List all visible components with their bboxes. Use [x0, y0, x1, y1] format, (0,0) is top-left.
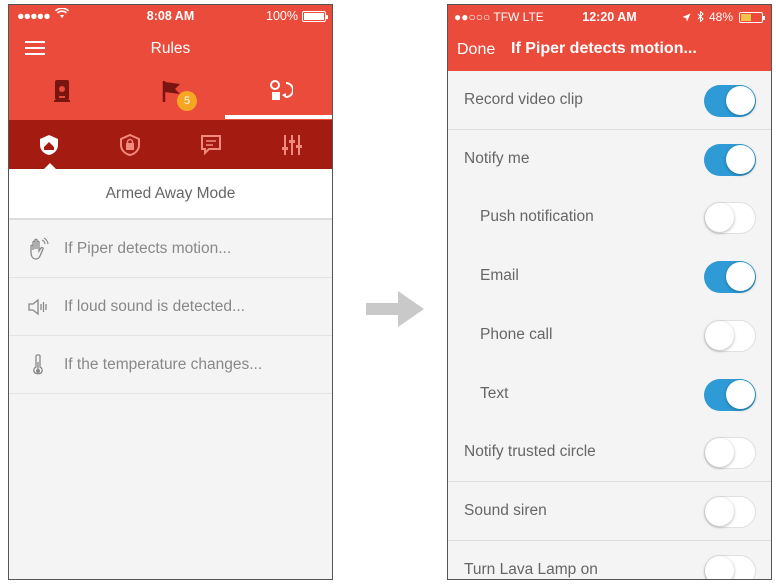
armed-away-icon [40, 135, 58, 155]
rule-sound[interactable]: If loud sound is detected... [9, 278, 332, 336]
mode-armed-away[interactable] [9, 120, 90, 169]
setting-row: Email [448, 247, 771, 307]
setting-label: Phone call [480, 325, 553, 343]
location-icon [682, 13, 691, 22]
bluetooth-icon [697, 10, 704, 23]
setting-label: Push notification [480, 208, 594, 226]
setting-row: Record video clip [448, 71, 771, 130]
setting-label: Record video clip [464, 91, 583, 108]
notification-badge: 5 [177, 91, 197, 111]
status-bar: ●●●●● 8:08 AM 100% [9, 5, 332, 27]
rule-label: If loud sound is detected... [64, 298, 245, 315]
setting-row: Turn Lava Lamp on [448, 540, 771, 579]
toggle-knob [726, 86, 755, 115]
setting-toggle[interactable] [704, 495, 756, 528]
setting-row: Push notification [448, 188, 771, 248]
device-icon [54, 80, 70, 102]
page-title: Rules [150, 40, 191, 57]
mode-armed-stay[interactable] [90, 120, 171, 169]
toggle-knob [726, 262, 755, 292]
selected-tab-indicator [225, 115, 332, 119]
arrow-right-icon [366, 291, 424, 327]
toggle-knob [705, 320, 734, 350]
setting-label: Sound siren [464, 501, 547, 519]
tab-rules[interactable] [225, 73, 332, 117]
tab-events[interactable] [117, 73, 225, 117]
tab-device[interactable] [9, 73, 117, 117]
setting-toggle[interactable] [704, 143, 756, 176]
battery-percent: 100% [266, 9, 298, 23]
setting-toggle[interactable] [704, 554, 756, 579]
battery-percent: 48% [682, 10, 733, 24]
toggle-knob [705, 438, 734, 468]
sliders-icon [282, 135, 302, 155]
setting-row: Text [448, 364, 771, 424]
rule-settings-screen: ●●○○○ TFW LTE 12:20 AM 48% Done If Piper… [447, 4, 772, 580]
mode-messages[interactable] [171, 120, 252, 169]
done-button[interactable]: Done [457, 41, 495, 59]
setting-label: Email [480, 267, 519, 285]
toggle-knob [726, 379, 755, 409]
battery-icon [302, 11, 328, 22]
toggle-knob [726, 144, 755, 174]
mode-selector [9, 120, 332, 169]
rule-motion[interactable]: If Piper detects motion... [9, 220, 332, 278]
setting-toggle[interactable] [704, 202, 756, 235]
page-title: If Piper detects motion... [511, 40, 697, 57]
armed-stay-icon [120, 134, 140, 156]
motion-hand-icon [30, 237, 49, 260]
setting-toggle[interactable] [704, 319, 756, 352]
rule-label: If the temperature changes... [64, 356, 263, 373]
speaker-icon [28, 298, 47, 316]
thermometer-icon [33, 354, 43, 375]
setting-row: Sound siren [448, 481, 771, 541]
rule-label: If Piper detects motion... [64, 240, 232, 257]
rules-icon [270, 80, 293, 100]
battery-icon [739, 12, 765, 23]
status-bar: ●●○○○ TFW LTE 12:20 AM 48% [448, 5, 771, 27]
rules-screen: ●●●●● 8:08 AM 100% Rules 5 Armed Away Mo… [8, 4, 333, 580]
setting-toggle[interactable] [704, 85, 756, 117]
setting-toggle[interactable] [704, 261, 756, 294]
toggle-knob [705, 203, 734, 233]
mode-settings[interactable] [252, 120, 332, 169]
header: ●●○○○ TFW LTE 12:20 AM 48% Done If Piper… [448, 5, 771, 71]
setting-label: Text [480, 384, 509, 402]
message-icon [201, 135, 221, 156]
setting-toggle[interactable] [704, 378, 756, 411]
setting-row: Notify me [448, 129, 771, 189]
setting-row: Phone call [448, 305, 771, 365]
rule-temperature[interactable]: If the temperature changes... [9, 336, 332, 394]
toggle-knob [705, 555, 734, 579]
setting-label: Notify me [464, 149, 530, 167]
setting-label: Notify trusted circle [464, 443, 596, 461]
setting-row: Notify trusted circle [448, 423, 771, 483]
toggle-knob [705, 496, 734, 526]
setting-label: Turn Lava Lamp on [464, 560, 598, 578]
header: ●●●●● 8:08 AM 100% Rules 5 [9, 5, 332, 120]
mode-title: Armed Away Mode [9, 169, 332, 219]
setting-toggle[interactable] [704, 437, 756, 470]
